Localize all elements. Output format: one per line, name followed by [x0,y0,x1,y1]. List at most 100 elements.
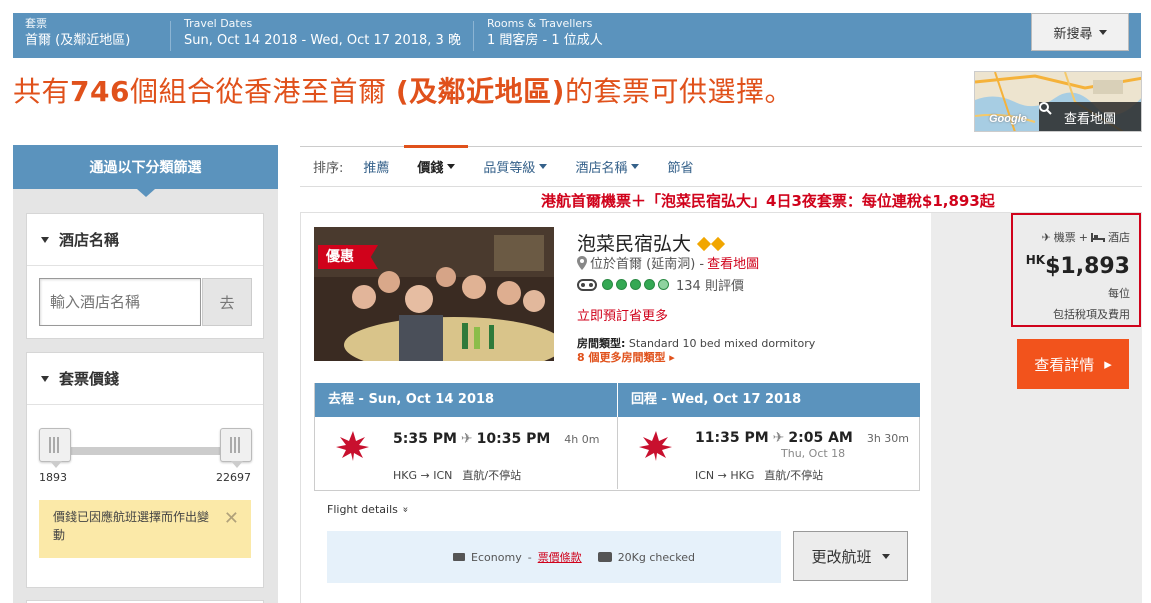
outbound-stops: 直航/不停站 [462,469,522,482]
view-map-link[interactable]: 查看地圖 [707,253,759,272]
diamond-icon [696,236,712,251]
chevron-right-icon: ▸ [1104,355,1112,373]
sort-price[interactable]: 價錢 [404,145,469,184]
destination-label: 套票 [25,17,47,30]
price-includes-taxes: 包括稅項及費用 [1053,308,1130,321]
baggage-allowance: 20Kg checked [617,550,695,564]
sort-quality[interactable]: 品質等級 [483,147,548,186]
sort-bar: 排序: 推薦 價錢 品質等級 酒店名稱 節省 [300,145,1142,187]
more-room-types-link[interactable]: 8 個更多房間類型 ▸ [577,349,675,365]
hotel-name-input[interactable] [39,278,201,326]
sort-label: 排序: [313,161,344,176]
return-times: 11:35 PM ✈ 2:05 AM 3h 30m [695,430,909,446]
dates-label: Travel Dates [184,17,253,30]
view-map-button[interactable]: 查看地圖 [1039,102,1141,131]
map-thumbnail[interactable]: Google 查看地圖 [974,71,1142,132]
sort-hotel-name[interactable]: 酒店名稱 [575,147,640,186]
return-duration: 3h 30m [866,431,910,445]
outbound-flight-header: 去程 - Sun, Oct 14 2018 [315,383,617,417]
price-change-notice-text: 價錢已因應航班選擇而作出變動 [53,510,210,542]
sort-recommended[interactable]: 推薦 [363,147,389,186]
price-amount: $1,893 [1045,254,1130,279]
caret-down-icon [447,163,456,169]
map-pin-icon [577,255,587,270]
tripadvisor-rating[interactable]: 134 則評價 [577,275,744,294]
caret-down-icon [539,164,548,169]
divider [473,21,474,51]
search-summary-bar: 套票 首爾 (及鄰近地區) Travel Dates Sun, Oct 14 2… [13,13,1141,58]
price-box: ✈ 機票 + 酒店 HK$1,893 每位 包括稅項及費用 [1011,213,1141,327]
sort-savings[interactable]: 節省 [667,147,693,186]
sort-quality-label: 品質等級 [483,161,536,176]
new-search-button[interactable]: 新搜尋 [1031,13,1129,51]
return-route-codes: ICN → HKG [695,469,755,482]
hotel-photo[interactable]: 優惠 [314,227,554,361]
view-details-button[interactable]: 查看詳情 ▸ [1017,339,1129,389]
hotel-location: 位於首爾 (延南洞) - 查看地圖 [577,253,759,272]
view-details-label: 查看詳情 [1034,355,1095,374]
headline-prefix: 共有 [13,75,71,108]
sort-price-label: 價錢 [417,160,444,176]
destination-value: 首爾 (及鄰近地區) [25,33,131,48]
fare-rules-link[interactable]: 票價條款 [538,549,582,565]
price-slider-max-handle[interactable] [220,428,252,468]
price-currency: HK [1025,253,1046,267]
google-logo: Google [989,113,1027,125]
filter-sidebar: 通過以下分類篩選 酒店名稱 去 套票價錢 1893 22697 價錢已因應航班選… [13,145,278,603]
deal-ribbon: 優惠 [318,245,378,269]
hotel-name-filter-header[interactable]: 酒店名稱 [27,214,263,266]
airline-logo-icon [639,431,672,461]
flight-details-label: Flight details [327,503,398,516]
flight-details-toggle[interactable]: Flight details » [327,503,411,516]
hotel-search-go-button[interactable]: 去 [202,278,252,326]
price-max-value: 22697 [216,471,251,484]
dates-value: Sun, Oct 14 2018 - Wed, Oct 17 2018, 3 晚 [184,33,461,48]
chevron-down-icon: » [399,506,411,513]
destination-summary: 套票 首爾 (及鄰近地區) [25,17,130,51]
rooms-label: Rooms & Travellers [487,17,593,30]
return-next-day: Thu, Oct 18 [781,447,846,460]
headline-middle: 個組合從香港至首爾 [129,75,396,108]
dates-summary: Travel Dates Sun, Oct 14 2018 - Wed, Oct… [184,17,461,51]
filter-sidebar-title: 通過以下分類篩選 [13,145,278,189]
sort-hotel-name-label: 酒店名稱 [575,161,628,176]
caret-down-icon [1098,29,1107,35]
outbound-times: 5:35 PM ✈ 10:35 PM 4h 0m [393,431,599,447]
rating-bubble-icon [602,279,613,290]
hotel-rating-diamonds [696,232,727,254]
price-filter-header[interactable]: 套票價錢 [27,353,263,405]
hotel-name-filter-title: 酒店名稱 [59,231,120,249]
view-map-label: 查看地圖 [1063,112,1116,127]
airline-logo-icon [336,431,369,461]
outbound-duration: 4h 0m [564,432,600,446]
change-flight-button[interactable]: 更改航班 [793,531,908,581]
caret-down-icon [41,236,49,243]
divider [170,21,171,51]
hotel-name-link[interactable]: 泡菜民宿弘大 [577,229,691,256]
tripadvisor-owl-icon [577,278,597,291]
hongkong-airlines-logo [630,429,682,469]
plane-icon: ✈ [460,431,473,447]
plane-icon: ✈ [772,430,785,446]
change-flight-label: 更改航班 [811,547,872,566]
headline-suffix: 的套票可供選擇。 [564,75,793,108]
combo-flight-label: 機票 [1053,231,1076,244]
price-change-notice: 價錢已因應航班選擇而作出變動 ✕ [39,500,251,558]
outbound-arrive-time: 10:35 PM [476,431,551,447]
result-card: 優惠 泡菜民宿弘大 位於首爾 (延南洞) - 查看地圖 134 則評價 立即預訂… [300,212,1142,603]
price-slider-track[interactable] [51,447,241,455]
combo-hotel-label: 酒店 [1108,231,1130,244]
search-icon [1039,102,1052,115]
price-min-value: 1893 [39,471,67,484]
fare-info-strip: Economy - 票價條款 20Kg checked [327,531,781,583]
headline-destination: (及鄰近地區) [395,75,565,108]
close-icon[interactable]: ✕ [224,510,239,528]
rating-bubble-icon [630,279,641,290]
price-filter-title: 套票價錢 [59,370,120,388]
diamond-icon [710,236,726,251]
rating-bubble-icon [658,279,669,290]
price-filter: 套票價錢 1893 22697 價錢已因應航班選擇而作出變動 ✕ [26,352,264,588]
price-slider-min-handle[interactable] [39,428,71,468]
sort-savings-label: 節省 [667,161,694,176]
hotel-location-text: 位於首爾 (延南洞) - [590,257,705,272]
